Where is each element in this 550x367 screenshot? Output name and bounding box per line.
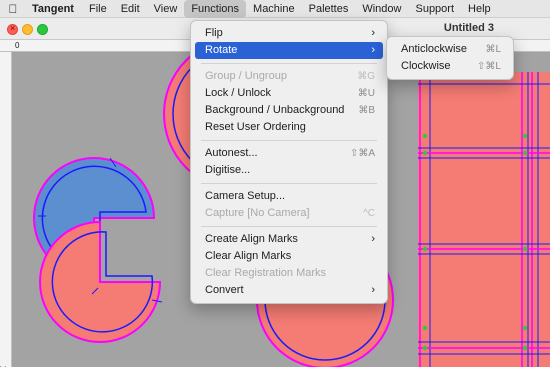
menu-item-clear-registration-marks: Clear Registration Marks <box>195 265 383 282</box>
menu-item-label: Rotate <box>205 44 238 56</box>
zoom-window-button[interactable] <box>37 24 48 35</box>
menu-item-shortcut: ⌘L <box>485 44 501 55</box>
close-window-button[interactable]: × <box>7 23 18 35</box>
menu-help[interactable]: Help <box>461 0 498 18</box>
menu-item-label: Group / Ungroup <box>205 70 287 82</box>
chevron-right-icon: › <box>371 27 375 39</box>
menu-item-label: Digitise... <box>205 164 251 176</box>
ruler-origin-label: 0 <box>15 41 20 50</box>
menu-palettes[interactable]: Palettes <box>302 0 356 18</box>
menu-item-autonest[interactable]: Autonest... ⇧⌘A <box>195 145 383 162</box>
close-icon: × <box>10 23 16 33</box>
window-title: Untitled 3 <box>443 22 494 34</box>
menu-item-label: Capture [No Camera] <box>205 207 310 219</box>
menu-item-shortcut: ⌘G <box>357 71 375 82</box>
menu-item-camera-setup[interactable]: Camera Setup... <box>195 188 383 205</box>
menu-item-anticlockwise[interactable]: Anticlockwise ⌘L <box>391 41 509 58</box>
menu-item-shortcut: ⇧⌘A <box>349 148 375 159</box>
menu-item-label: Reset User Ordering <box>205 121 306 133</box>
menu-separator <box>201 63 377 64</box>
menu-support[interactable]: Support <box>408 0 461 18</box>
menu-app-name[interactable]: Tangent <box>26 0 82 18</box>
chevron-right-icon: › <box>371 44 375 56</box>
menu-item-label: Create Align Marks <box>205 233 298 245</box>
menu-file[interactable]: File <box>82 0 114 18</box>
menu-item-shortcut: ^C <box>363 208 375 219</box>
menu-item-flip[interactable]: Flip › <box>195 25 383 42</box>
menu-item-capture: Capture [No Camera] ^C <box>195 205 383 222</box>
menu-window[interactable]: Window <box>355 0 408 18</box>
menu-item-label: Flip <box>205 27 223 39</box>
menu-item-label: Autonest... <box>205 147 258 159</box>
menu-item-digitise[interactable]: Digitise... <box>195 162 383 179</box>
apple-logo-icon[interactable]:  <box>0 0 26 18</box>
chevron-right-icon: › <box>371 284 375 296</box>
functions-menu: Flip › Rotate › Group / Ungroup ⌘G Lock … <box>190 20 388 304</box>
menu-item-shortcut: ⇧⌘L <box>477 61 501 72</box>
menu-item-clear-align-marks[interactable]: Clear Align Marks <box>195 248 383 265</box>
menu-functions[interactable]: Functions <box>184 0 247 18</box>
rotate-submenu: Anticlockwise ⌘L Clockwise ⇧⌘L <box>386 36 514 80</box>
menu-item-reset-ordering[interactable]: Reset User Ordering <box>195 119 383 136</box>
menu-separator <box>201 183 377 184</box>
menu-edit[interactable]: Edit <box>114 0 147 18</box>
menu-item-label: Background / Unbackground <box>205 104 345 116</box>
menu-item-label: Clear Align Marks <box>205 250 292 262</box>
menu-item-lock-unlock[interactable]: Lock / Unlock ⌘U <box>195 85 383 102</box>
panel-grid-shape[interactable] <box>418 72 550 367</box>
menu-item-label: Clockwise <box>401 60 451 72</box>
menu-item-label: Lock / Unlock <box>205 87 272 99</box>
vertical-ruler: 1000 <box>0 52 12 367</box>
menu-item-rotate[interactable]: Rotate › <box>195 42 383 59</box>
menu-item-create-align-marks[interactable]: Create Align Marks › <box>195 231 383 248</box>
menu-item-background[interactable]: Background / Unbackground ⌘B <box>195 102 383 119</box>
menu-separator <box>201 226 377 227</box>
menu-bar:  Tangent File Edit View Functions Machi… <box>0 0 550 18</box>
menu-item-clockwise[interactable]: Clockwise ⇧⌘L <box>391 58 509 75</box>
menu-item-label: Anticlockwise <box>401 43 468 55</box>
menu-item-group-ungroup: Group / Ungroup ⌘G <box>195 68 383 85</box>
menu-machine[interactable]: Machine <box>246 0 302 18</box>
menu-separator <box>201 140 377 141</box>
menu-item-label: Clear Registration Marks <box>205 267 327 279</box>
menu-item-shortcut: ⌘B <box>358 105 375 116</box>
menu-item-label: Convert <box>205 284 244 296</box>
menu-view[interactable]: View <box>147 0 185 18</box>
pacman-shape-red[interactable] <box>39 220 163 343</box>
menu-item-label: Camera Setup... <box>205 190 286 202</box>
minimize-window-button[interactable] <box>22 24 33 35</box>
menu-item-shortcut: ⌘U <box>357 88 375 99</box>
chevron-right-icon: › <box>371 233 375 245</box>
menu-item-convert[interactable]: Convert › <box>195 282 383 299</box>
